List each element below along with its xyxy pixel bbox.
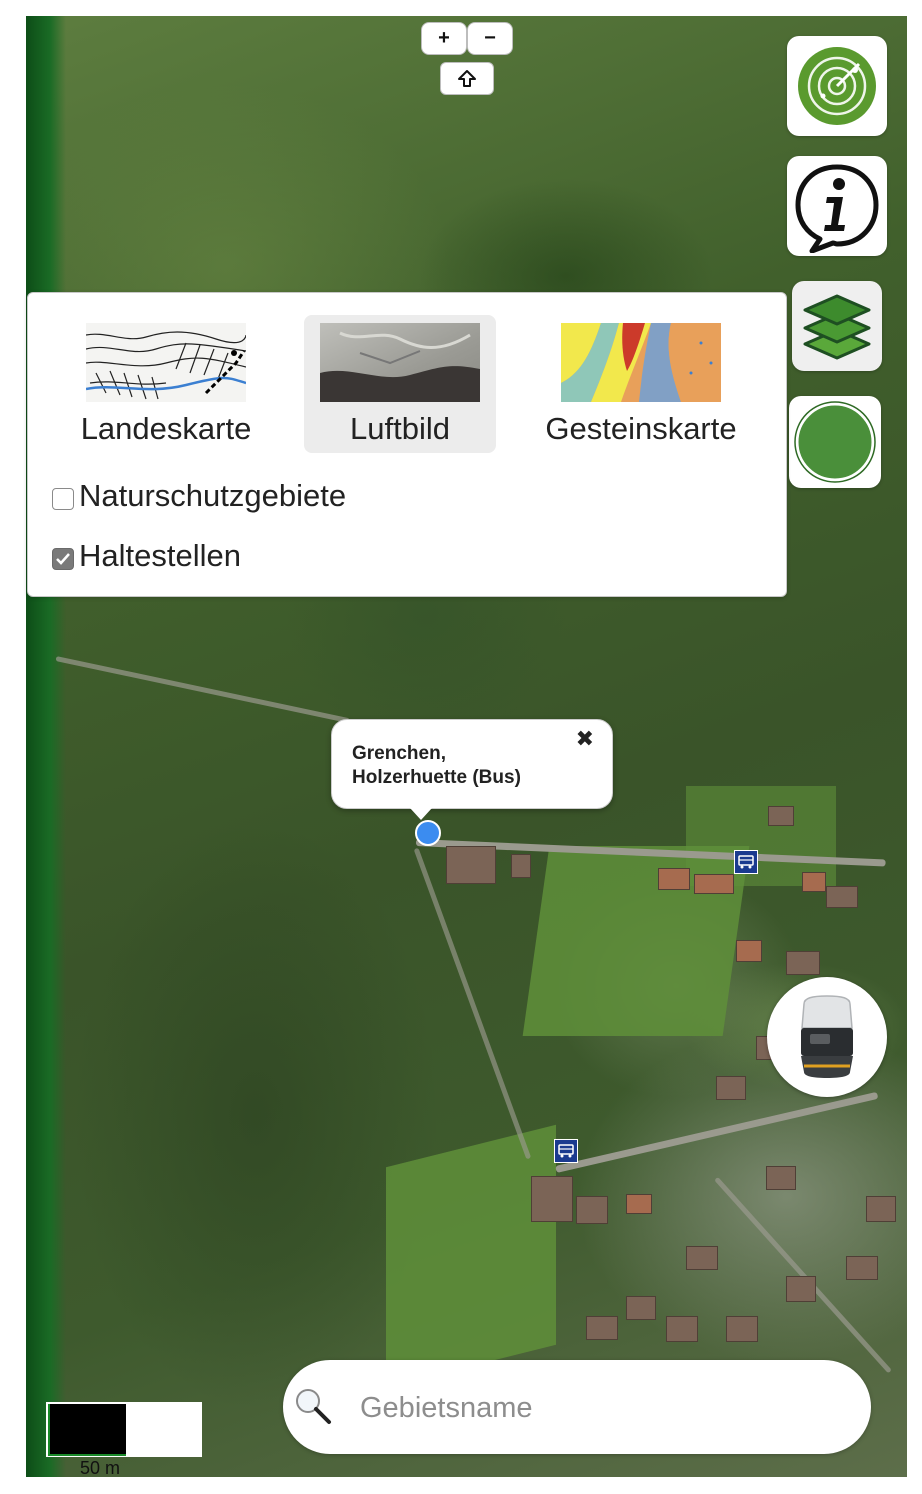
info-icon	[795, 164, 879, 253]
selected-location-marker[interactable]	[415, 820, 441, 846]
basemap-option-luftbild[interactable]: Luftbild	[304, 315, 496, 453]
scale-bar	[46, 1402, 202, 1457]
close-icon[interactable]: ✖	[576, 726, 594, 752]
road	[55, 656, 350, 724]
basemap-label: Gesteinskarte	[545, 411, 737, 446]
building	[786, 951, 820, 975]
building	[511, 854, 531, 878]
building	[716, 1076, 746, 1100]
building	[446, 846, 496, 884]
search-bar[interactable]	[283, 1360, 871, 1454]
basemap-option-gesteinskarte[interactable]: Gesteinskarte	[545, 315, 737, 453]
building	[802, 872, 826, 892]
bus-stop-icon[interactable]	[734, 850, 758, 874]
scale-segment	[48, 1404, 126, 1456]
checkbox-checked[interactable]	[52, 548, 74, 570]
building	[768, 806, 794, 826]
radar-button[interactable]	[787, 36, 887, 136]
gnss-receiver-button[interactable]	[767, 977, 887, 1097]
checkmark-icon	[56, 553, 70, 565]
search-icon	[296, 1389, 331, 1424]
landeskarte-thumbnail	[86, 323, 246, 402]
road	[413, 847, 532, 1160]
zoom-out-button[interactable]: −	[467, 22, 513, 55]
building	[658, 868, 690, 890]
building	[626, 1194, 652, 1214]
luftbild-thumbnail	[320, 323, 480, 402]
overlay-label: Naturschutzgebiete	[79, 478, 347, 513]
scale-label: 50 m	[80, 1458, 121, 1478]
building	[686, 1246, 718, 1270]
building	[786, 1276, 816, 1302]
bus-stop-popup: Grenchen, Holzerhuette (Bus) ✖	[331, 719, 613, 820]
bus-glyph-icon	[558, 1144, 574, 1158]
building	[586, 1316, 618, 1340]
overlay-haltestellen[interactable]: Haltestellen	[52, 538, 241, 574]
my-location-button[interactable]	[789, 396, 881, 488]
overlay-naturschutzgebiete[interactable]: Naturschutzgebiete	[52, 478, 346, 514]
building	[694, 874, 734, 894]
building	[846, 1256, 878, 1280]
building	[576, 1196, 608, 1224]
overlay-label: Haltestellen	[79, 538, 241, 573]
building	[726, 1316, 758, 1342]
location-dot-icon	[794, 401, 876, 483]
basemap-label: Luftbild	[350, 411, 450, 446]
meadow-area	[686, 786, 836, 886]
building	[626, 1296, 656, 1320]
gesteinskarte-thumbnail	[561, 323, 721, 402]
building	[826, 886, 858, 908]
reset-view-button[interactable]	[440, 62, 494, 95]
info-button[interactable]	[787, 156, 887, 256]
basemap-label: Landeskarte	[80, 411, 252, 446]
building	[866, 1196, 896, 1222]
building	[766, 1166, 796, 1190]
layer-panel: Landeskarte Luftbild Gesteinskarte Natur…	[27, 292, 787, 597]
checkbox-unchecked[interactable]	[52, 488, 74, 510]
search-input[interactable]	[358, 1382, 842, 1434]
road	[555, 1091, 879, 1173]
layers-icon	[803, 294, 871, 360]
meadow-area	[386, 1124, 556, 1388]
building	[666, 1316, 698, 1342]
layers-button[interactable]	[792, 281, 882, 371]
bus-stop-icon[interactable]	[554, 1139, 578, 1163]
basemap-option-landeskarte[interactable]: Landeskarte	[70, 315, 262, 453]
building	[531, 1176, 573, 1222]
building	[736, 940, 762, 962]
zoom-in-button[interactable]: +	[421, 22, 467, 55]
home-arrow-icon	[458, 69, 476, 87]
radar-icon	[798, 47, 876, 125]
bus-glyph-icon	[738, 855, 754, 869]
gnss-receiver-icon	[801, 995, 853, 1078]
popup-title: Grenchen, Holzerhuette (Bus)	[352, 743, 521, 788]
forest-shadow	[26, 16, 66, 1477]
